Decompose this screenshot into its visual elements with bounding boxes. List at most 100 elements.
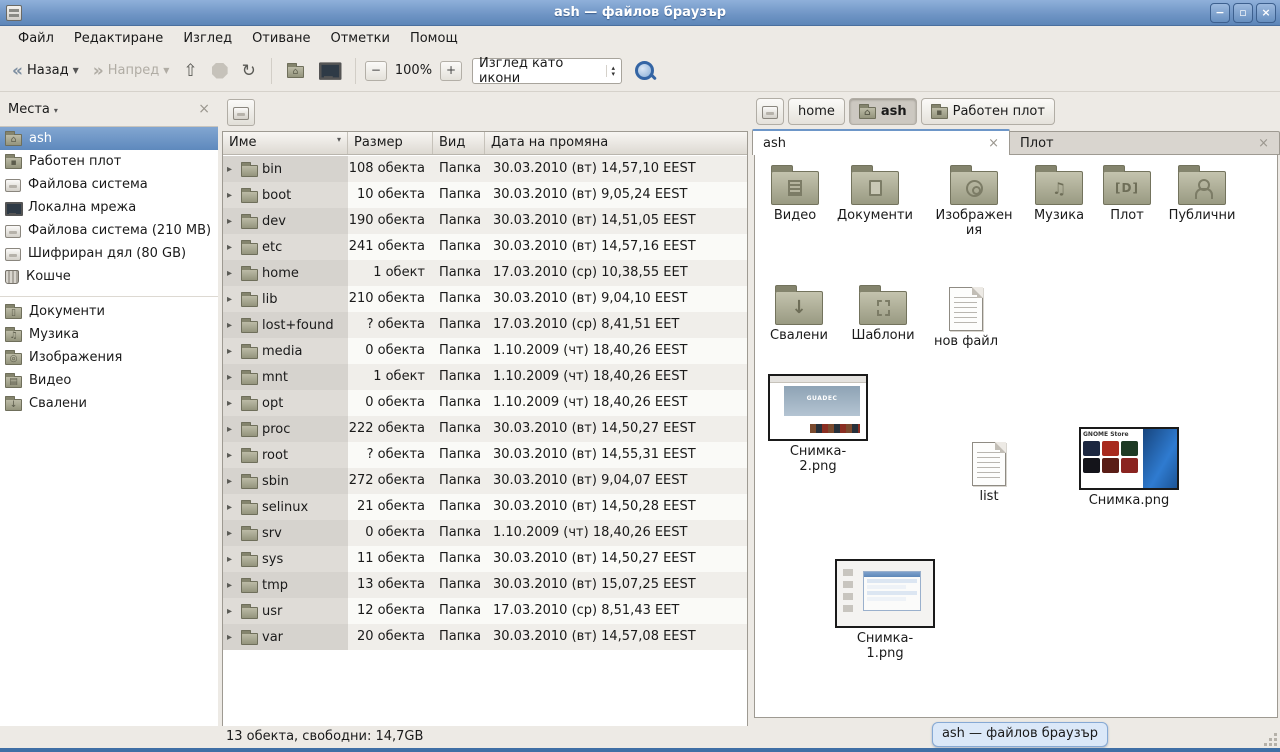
sidebar-item[interactable]: ▯Документи (0, 300, 218, 323)
table-row[interactable]: ▸var20 обектаПапка30.03.2010 (вт) 14,57,… (223, 624, 747, 650)
maximize-button[interactable]: ▫ (1233, 3, 1253, 23)
expander-icon[interactable]: ▸ (227, 554, 237, 565)
icon-view-item[interactable]: GUADECСнимка-2.png (772, 374, 864, 474)
menu-item[interactable]: Редактиране (64, 29, 173, 48)
computer-button[interactable] (312, 60, 346, 81)
sidebar-item[interactable]: Файлова система (0, 173, 218, 196)
reload-button[interactable]: ↻ (236, 59, 262, 83)
resize-grip[interactable] (1274, 743, 1277, 746)
table-row[interactable]: ▸lib210 обектаПапка30.03.2010 (вт) 9,04,… (223, 286, 747, 312)
sidebar-item[interactable]: Шифриран дял (80 GB) (0, 242, 218, 265)
zoom-in-button[interactable]: + (440, 61, 462, 81)
tab-close-icon[interactable]: × (980, 136, 999, 151)
up-button[interactable]: ⇧ (177, 59, 203, 83)
minimize-button[interactable]: − (1210, 3, 1230, 23)
close-button[interactable]: × (1256, 3, 1276, 23)
table-row[interactable]: ▸boot10 обектаПапка30.03.2010 (вт) 9,05,… (223, 182, 747, 208)
expander-icon[interactable]: ▸ (227, 268, 237, 279)
menu-item[interactable]: Отиване (242, 29, 320, 48)
table-row[interactable]: ▸usr12 обектаПапка17.03.2010 (ср) 8,51,4… (223, 598, 747, 624)
expander-icon[interactable]: ▸ (227, 580, 237, 591)
icon-view-item[interactable]: Снимка-1.png (839, 559, 931, 661)
tab-ash[interactable]: ash × (752, 129, 1010, 155)
pathbar-root-button[interactable] (756, 98, 784, 125)
icon-view-item[interactable]: Шаблони (837, 283, 929, 343)
sidebar-item[interactable]: ↓Свалени (0, 392, 218, 415)
table-row[interactable]: ▸sbin272 обектаПапка30.03.2010 (вт) 9,04… (223, 468, 747, 494)
expander-icon[interactable]: ▸ (227, 346, 237, 357)
icon-view-item[interactable]: Документи (829, 163, 921, 223)
taskbar-window-button[interactable]: ash — файлов браузър (932, 722, 1108, 747)
table-row[interactable]: ▸bin108 обектаПапка30.03.2010 (вт) 14,57… (223, 156, 747, 182)
icon-view-item[interactable]: list (943, 438, 1035, 504)
menu-item[interactable]: Изглед (173, 29, 242, 48)
forward-button[interactable]: » Напред ▼ (87, 59, 176, 82)
sidebar-item[interactable]: ▤Видео (0, 369, 218, 392)
titlebar[interactable]: ash — файлов браузър − ▫ × (0, 0, 1280, 26)
tab-close-icon[interactable]: × (1250, 136, 1269, 151)
menu-item[interactable]: Файл (8, 29, 64, 48)
sidebar-item[interactable]: Файлова система (210 MB) (0, 219, 218, 242)
zoom-out-button[interactable]: − (365, 61, 387, 81)
pathbar-button-home[interactable]: home (788, 98, 845, 125)
expander-icon[interactable]: ▸ (227, 398, 237, 409)
expander-icon[interactable]: ▸ (227, 320, 237, 331)
expander-icon[interactable]: ▸ (227, 476, 237, 487)
icon-view-item[interactable]: нов файл (920, 283, 1012, 349)
expander-icon[interactable]: ▸ (227, 294, 237, 305)
expander-icon[interactable]: ▸ (227, 632, 237, 643)
expander-icon[interactable]: ▸ (227, 424, 237, 435)
table-row[interactable]: ▸selinux21 обектаПапка30.03.2010 (вт) 14… (223, 494, 747, 520)
expander-icon[interactable]: ▸ (227, 606, 237, 617)
forward-dropdown-icon[interactable]: ▼ (163, 66, 169, 75)
icon-view-item[interactable]: ↓Свалени (754, 283, 845, 343)
filesystem-root-button[interactable] (227, 99, 255, 126)
expander-icon[interactable]: ▸ (227, 164, 237, 175)
icon-view-item[interactable]: Публични (1156, 163, 1248, 223)
tab-desktop[interactable]: Плот × (1010, 131, 1280, 155)
column-header-date[interactable]: Дата на промяна (485, 132, 747, 154)
expander-icon[interactable]: ▸ (227, 502, 237, 513)
table-row[interactable]: ▸etc241 обектаПапка30.03.2010 (вт) 14,57… (223, 234, 747, 260)
icon-view-item[interactable]: Видео (754, 163, 841, 223)
table-row[interactable]: ▸proc222 обектаПапка30.03.2010 (вт) 14,5… (223, 416, 747, 442)
table-row[interactable]: ▸mnt1 обектПапка1.10.2009 (чт) 18,40,26 … (223, 364, 747, 390)
menu-item[interactable]: Помощ (400, 29, 468, 48)
expander-icon[interactable]: ▸ (227, 190, 237, 201)
stop-button[interactable] (206, 59, 234, 83)
expander-icon[interactable]: ▸ (227, 242, 237, 253)
expander-icon[interactable]: ▸ (227, 450, 237, 461)
sidebar-item[interactable]: ♫Музика (0, 323, 218, 346)
expander-icon[interactable]: ▸ (227, 216, 237, 227)
sidebar-item[interactable]: ⌂ash (0, 127, 218, 150)
places-selector[interactable]: Места▾ (8, 102, 198, 117)
pathbar-button-ash[interactable]: ⌂ ash (849, 98, 917, 125)
icon-view[interactable]: ВидеоДокументиИзображения♫Музика[D]ПлотП… (754, 155, 1278, 718)
icon-view-item[interactable]: GNOME StoreСнимка.png (1083, 427, 1175, 508)
search-icon[interactable] (634, 60, 656, 82)
back-dropdown-icon[interactable]: ▼ (73, 66, 79, 75)
sidebar-item[interactable]: Локална мрежа (0, 196, 218, 219)
sidebar-item[interactable]: ▪Работен плот (0, 150, 218, 173)
view-mode-combobox[interactable]: Изглед като икони ▴▾ (472, 58, 622, 84)
table-row[interactable]: ▸dev190 обектаПапка30.03.2010 (вт) 14,51… (223, 208, 747, 234)
menu-item[interactable]: Отметки (320, 29, 399, 48)
back-button[interactable]: « Назад ▼ (6, 59, 85, 82)
pathbar-button-desktop[interactable]: ▪ Работен плот (921, 98, 1055, 125)
sidebar-item[interactable]: ◎Изображения (0, 346, 218, 369)
home-button[interactable]: ⌂ (281, 59, 310, 82)
column-header-name[interactable]: Име ▾ (223, 132, 348, 154)
sidebar-close-icon[interactable]: × (198, 101, 210, 117)
column-header-type[interactable]: Вид (433, 132, 485, 154)
table-row[interactable]: ▸sys11 обектаПапка30.03.2010 (вт) 14,50,… (223, 546, 747, 572)
table-row[interactable]: ▸home1 обектПапка17.03.2010 (ср) 10,38,5… (223, 260, 747, 286)
sidebar-item[interactable]: Кошче (0, 265, 218, 288)
column-header-size[interactable]: Размер (348, 132, 433, 154)
expander-icon[interactable]: ▸ (227, 528, 237, 539)
table-row[interactable]: ▸srv0 обектаПапка1.10.2009 (чт) 18,40,26… (223, 520, 747, 546)
table-row[interactable]: ▸lost+found? обектаПапка17.03.2010 (ср) … (223, 312, 747, 338)
table-row[interactable]: ▸opt0 обектаПапка1.10.2009 (чт) 18,40,26… (223, 390, 747, 416)
table-row[interactable]: ▸tmp13 обектаПапка30.03.2010 (вт) 15,07,… (223, 572, 747, 598)
table-row[interactable]: ▸root? обектаПапка30.03.2010 (вт) 14,55,… (223, 442, 747, 468)
expander-icon[interactable]: ▸ (227, 372, 237, 383)
